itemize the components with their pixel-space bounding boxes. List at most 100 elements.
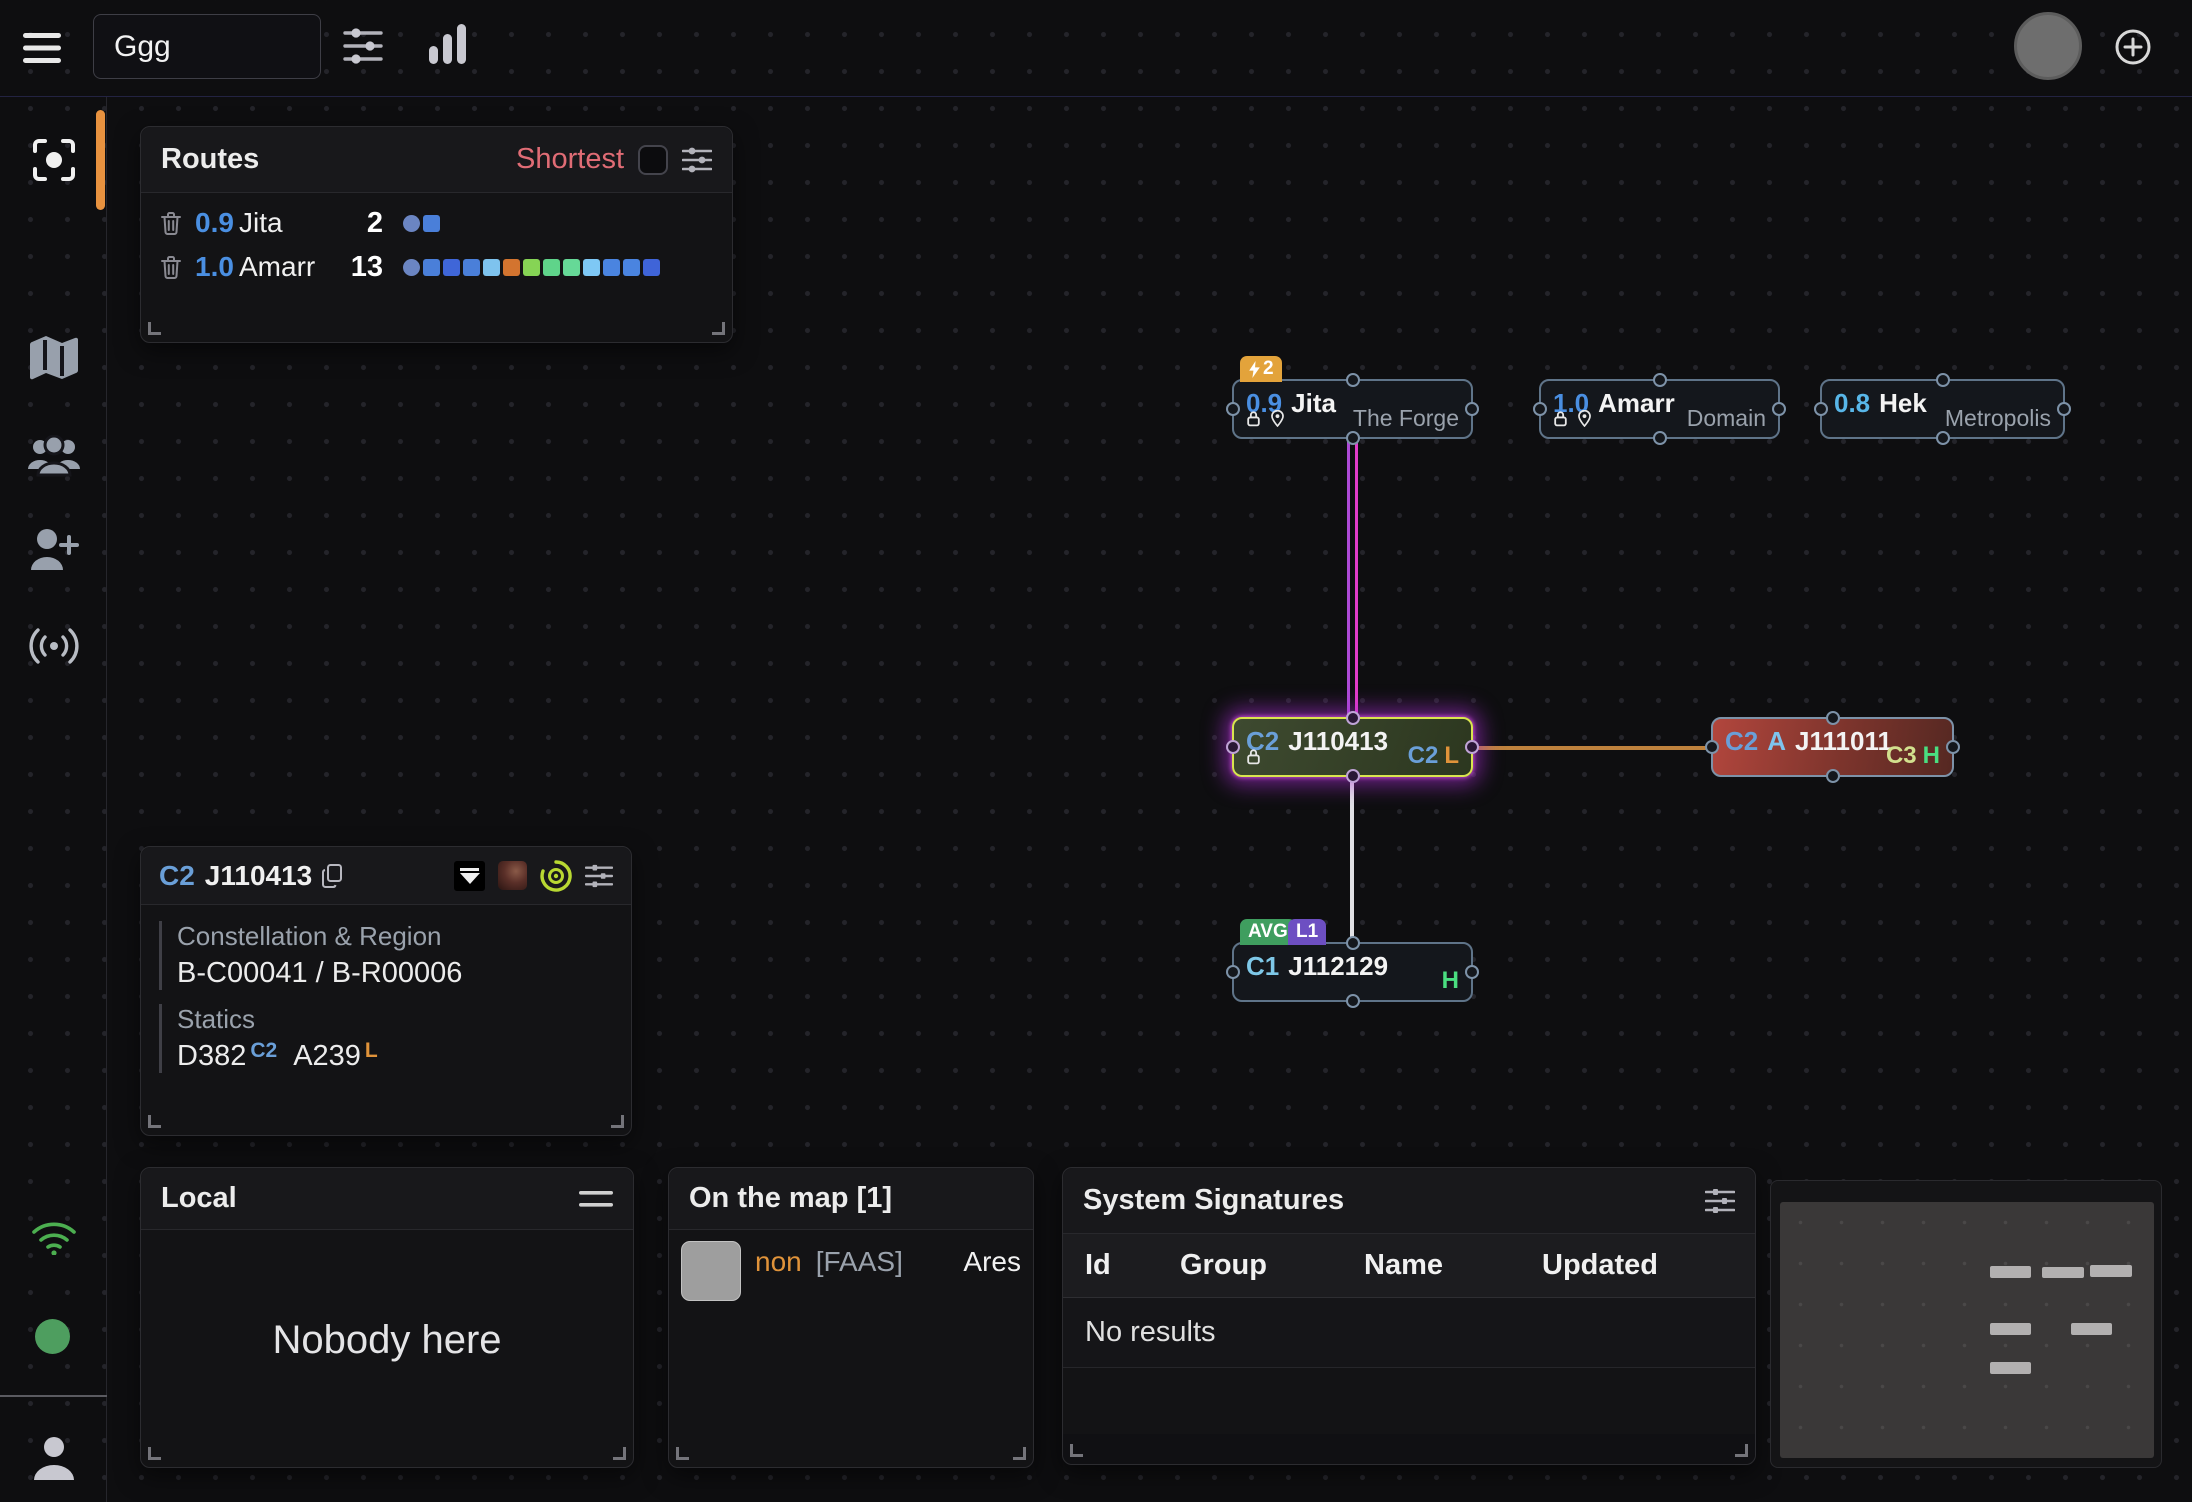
node-handle-right[interactable] <box>1465 402 1479 416</box>
resize-handle-left[interactable] <box>1070 1444 1083 1457</box>
node-handle-bottom[interactable] <box>1936 431 1950 445</box>
routes-panel-header[interactable]: Routes Shortest <box>141 127 732 193</box>
column-group[interactable]: Group <box>1180 1249 1364 1282</box>
system-info-header[interactable]: C2 J110413 <box>141 847 631 905</box>
minimap-viewport[interactable] <box>1780 1202 2154 1458</box>
node-handle-left[interactable] <box>1533 402 1547 416</box>
pilot-portrait[interactable] <box>681 1241 741 1301</box>
info-settings-icon[interactable] <box>585 864 613 888</box>
route-row-amarr[interactable]: 1.0 Amarr 13 <box>141 247 732 287</box>
local-panel-header[interactable]: Local <box>141 1168 633 1230</box>
edge-jita-j110413-b[interactable] <box>1355 439 1358 719</box>
route-jump-segment <box>423 259 440 276</box>
node-handle-right[interactable] <box>1946 740 1960 754</box>
sidebar-item-map[interactable] <box>0 323 107 393</box>
menu-icon[interactable] <box>23 32 61 64</box>
node-handle-right[interactable] <box>1465 740 1479 754</box>
resize-handle-right[interactable] <box>1013 1447 1026 1460</box>
sidebar-item-add-character[interactable] <box>0 515 107 585</box>
map-settings-sliders-icon[interactable] <box>343 27 383 65</box>
signatures-header[interactable]: System Signatures <box>1063 1168 1755 1234</box>
local-menu-icon[interactable] <box>579 1191 613 1207</box>
shortest-checkbox[interactable] <box>638 145 668 175</box>
resize-handle-left[interactable] <box>148 1115 161 1128</box>
route-jump-segment <box>563 259 580 276</box>
static-class: C2 <box>250 1039 277 1063</box>
pilot-name[interactable]: non <box>755 1246 802 1278</box>
route-security: 1.0 <box>195 251 239 283</box>
node-handle-top[interactable] <box>1826 711 1840 725</box>
system-node-j111011[interactable]: C2 A J111011 C3 H <box>1711 717 1954 777</box>
sidebar-item-connection[interactable] <box>0 1203 107 1273</box>
node-handle-left[interactable] <box>1814 402 1828 416</box>
node-handle-left[interactable] <box>1705 740 1719 754</box>
sovereignty-flag-icon[interactable] <box>454 861 485 891</box>
signatures-column-header[interactable]: Id Group Name Updated <box>1063 1234 1755 1298</box>
node-handle-bottom[interactable] <box>1346 431 1360 445</box>
route-jump-segment <box>623 259 640 276</box>
node-handle-top[interactable] <box>1653 373 1667 387</box>
route-destination[interactable]: Jita <box>239 207 343 239</box>
user-avatar[interactable] <box>2014 12 2082 80</box>
node-handle-left[interactable] <box>1226 402 1240 416</box>
edge-j110413-j112129[interactable] <box>1350 777 1354 942</box>
system-node-hek[interactable]: 0.8 Hek Metropolis <box>1820 379 2065 439</box>
node-handle-top[interactable] <box>1346 373 1360 387</box>
sidebar-item-broadcast[interactable] <box>0 611 107 681</box>
node-handle-bottom[interactable] <box>1653 431 1667 445</box>
node-handle-right[interactable] <box>1772 402 1786 416</box>
statistics-chart-icon[interactable] <box>427 22 471 66</box>
sidebar-item-profile[interactable] <box>0 1423 107 1493</box>
route-row-jita[interactable]: 0.9 Jita 2 <box>141 203 732 243</box>
minimap-node-bar <box>1990 1323 2031 1335</box>
on-the-map-header[interactable]: On the map [1] <box>669 1168 1033 1230</box>
edge-jita-j110413-a[interactable] <box>1347 439 1350 719</box>
delete-route-icon[interactable] <box>161 212 183 235</box>
node-handle-right[interactable] <box>1465 965 1479 979</box>
node-handle-top[interactable] <box>1346 936 1360 950</box>
route-mode-label[interactable]: Shortest <box>516 143 624 176</box>
resize-handle-right[interactable] <box>1735 1444 1748 1457</box>
node-handle-bottom[interactable] <box>1346 994 1360 1008</box>
sidebar-item-tracking[interactable] <box>0 125 107 195</box>
routes-settings-icon[interactable] <box>682 147 712 173</box>
route-destination[interactable]: Amarr <box>239 251 343 283</box>
system-effect-thumbnail[interactable] <box>498 861 527 890</box>
resize-handle-right[interactable] <box>613 1447 626 1460</box>
route-jump-segment <box>423 215 440 232</box>
column-updated[interactable]: Updated <box>1542 1249 1733 1282</box>
column-name[interactable]: Name <box>1364 1249 1542 1282</box>
map-name-input[interactable] <box>93 14 321 79</box>
activity-target-icon[interactable] <box>540 860 572 892</box>
resize-handle-left[interactable] <box>148 1447 161 1460</box>
pilot-row[interactable]: non [FAAS] Ares <box>669 1230 1033 1301</box>
node-handle-left[interactable] <box>1226 965 1240 979</box>
column-id[interactable]: Id <box>1085 1249 1180 1282</box>
top-bar <box>0 0 2192 97</box>
static-code[interactable]: D382 <box>177 1040 246 1073</box>
system-node-j112129[interactable]: AVG L1 C1 J112129 H <box>1232 942 1473 1002</box>
edge-j110413-j111011[interactable] <box>1473 746 1711 750</box>
system-node-j110413-selected[interactable]: C2 J110413 C2 L <box>1232 717 1473 777</box>
node-handle-bottom[interactable] <box>1346 769 1360 783</box>
system-node-jita[interactable]: 2 0.9 Jita The Forge <box>1232 379 1473 439</box>
resize-handle-right[interactable] <box>712 322 725 335</box>
copy-icon[interactable] <box>322 864 342 888</box>
minimap-panel[interactable] <box>1770 1180 2162 1468</box>
route-jump-count: 13 <box>343 251 383 284</box>
routes-panel: Routes Shortest 0.9 Jita 2 <box>140 126 733 343</box>
node-handle-right[interactable] <box>2057 402 2071 416</box>
add-map-icon[interactable] <box>2114 28 2152 66</box>
node-handle-bottom[interactable] <box>1826 769 1840 783</box>
resize-handle-left[interactable] <box>676 1447 689 1460</box>
sidebar-item-characters[interactable] <box>0 421 107 491</box>
signatures-settings-icon[interactable] <box>1705 1188 1735 1214</box>
node-handle-left[interactable] <box>1226 740 1240 754</box>
resize-handle-right[interactable] <box>611 1115 624 1128</box>
delete-route-icon[interactable] <box>161 256 183 279</box>
static-code[interactable]: A239 <box>293 1040 361 1073</box>
system-node-amarr[interactable]: 1.0 Amarr Domain <box>1539 379 1780 439</box>
node-handle-top[interactable] <box>1936 373 1950 387</box>
node-handle-top[interactable] <box>1346 711 1360 725</box>
resize-handle-left[interactable] <box>148 322 161 335</box>
